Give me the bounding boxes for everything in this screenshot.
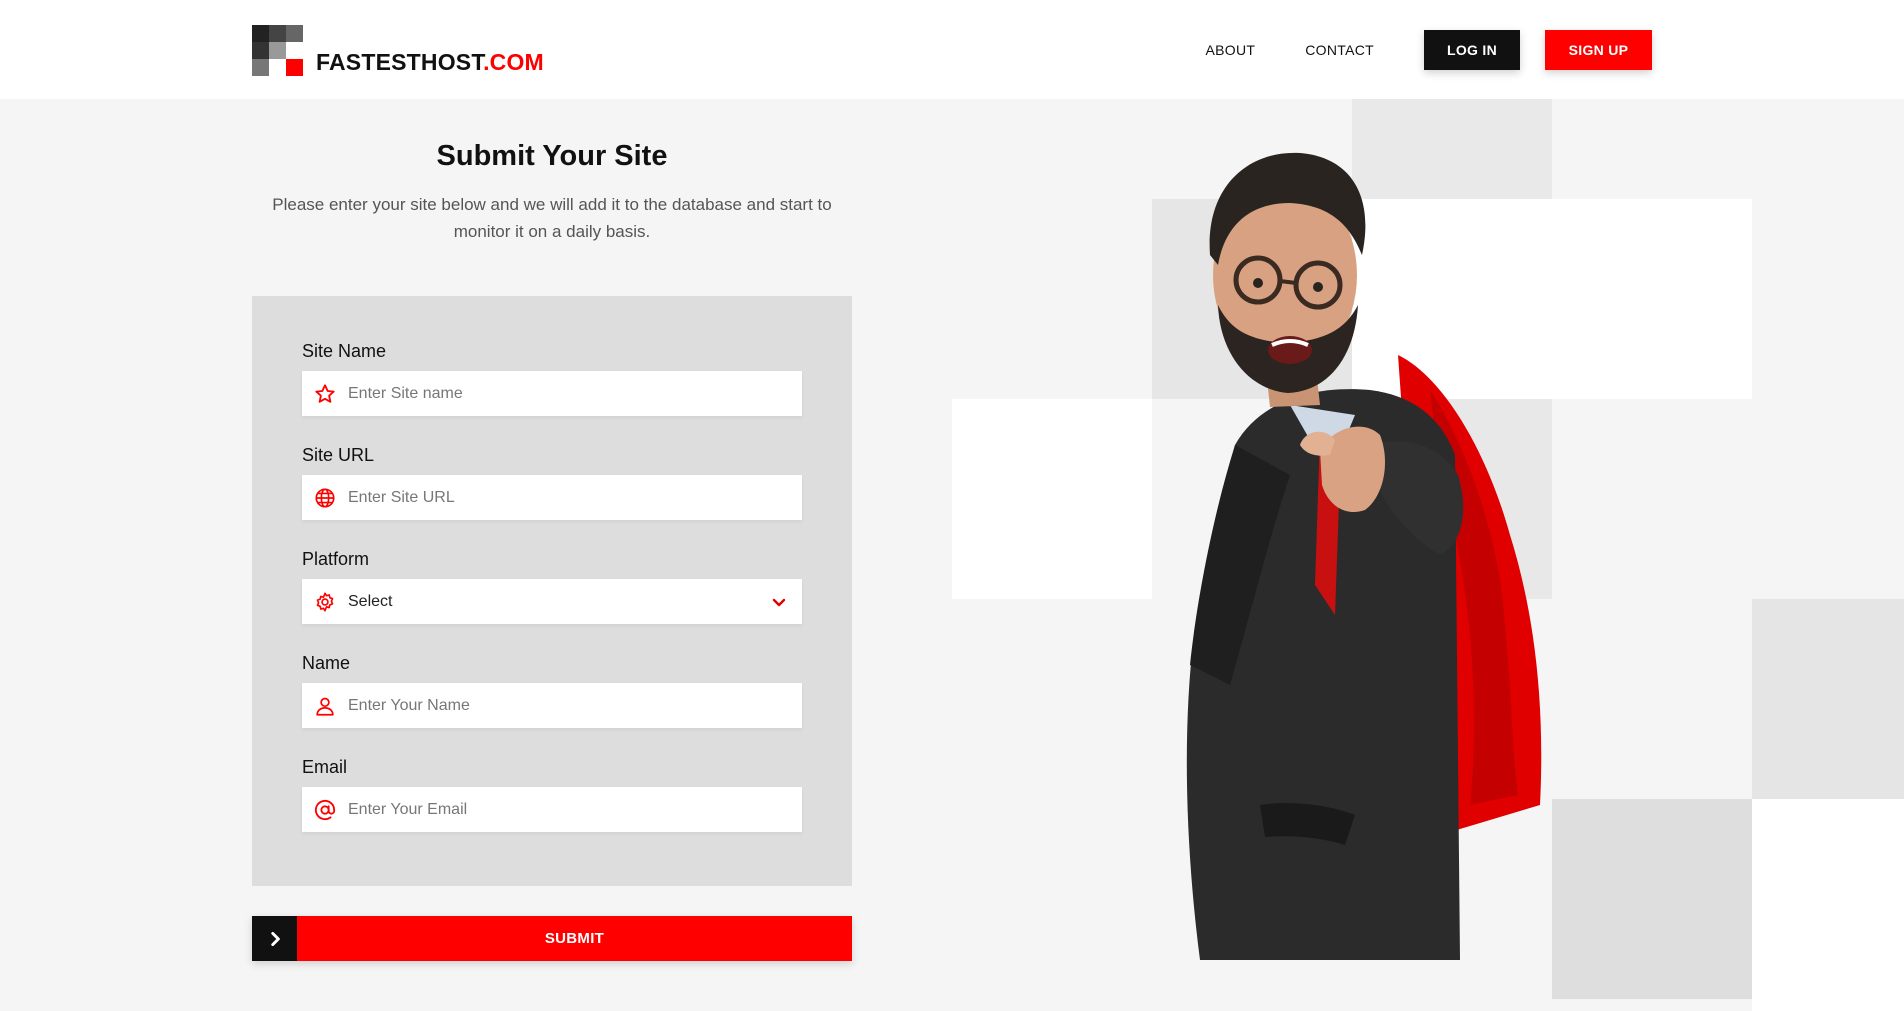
- email-field: Email: [302, 757, 802, 832]
- site-name-input[interactable]: [348, 371, 802, 416]
- hero-person-image: [1186, 152, 1542, 960]
- site-name-input-box[interactable]: [302, 371, 802, 416]
- globe-icon: [302, 475, 348, 520]
- site-url-input[interactable]: [348, 475, 802, 520]
- platform-select[interactable]: Select: [302, 579, 802, 624]
- main-nav: ABOUT CONTACT LOG IN SIGN UP: [1206, 30, 1652, 70]
- nav-link-contact[interactable]: CONTACT: [1305, 42, 1374, 58]
- name-label: Name: [302, 653, 351, 673]
- site-name-label: Site Name: [302, 341, 387, 361]
- site-url-field: Site URL: [302, 445, 802, 520]
- site-name-field: Site Name: [302, 341, 802, 416]
- brand-name-main: FASTESTHOST: [316, 49, 484, 75]
- brand-name: FASTESTHOST.COM: [316, 51, 544, 74]
- nav-link-about[interactable]: ABOUT: [1206, 42, 1256, 58]
- platform-field: Platform Select: [302, 549, 802, 624]
- chevron-right-icon: [252, 916, 297, 961]
- submit-button-label: SUBMIT: [297, 916, 852, 961]
- brand-logo[interactable]: FASTESTHOST.COM: [252, 25, 544, 76]
- name-input[interactable]: [348, 683, 802, 728]
- site-url-input-box[interactable]: [302, 475, 802, 520]
- submit-site-form: Site Name Site URL Platform Select: [252, 296, 852, 886]
- chevron-down-icon[interactable]: [756, 594, 802, 610]
- name-input-box[interactable]: [302, 683, 802, 728]
- email-label: Email: [302, 757, 348, 777]
- star-icon: [302, 371, 348, 416]
- platform-label: Platform: [302, 549, 370, 569]
- page-heading: Submit Your Site Please enter your site …: [252, 140, 852, 245]
- gear-icon: [302, 579, 348, 624]
- name-field: Name: [302, 653, 802, 728]
- page-title: Submit Your Site: [436, 140, 668, 172]
- user-icon: [302, 683, 348, 728]
- signup-button[interactable]: SIGN UP: [1545, 30, 1652, 70]
- site-url-label: Site URL: [302, 445, 375, 465]
- at-sign-icon: [302, 787, 348, 832]
- login-button[interactable]: LOG IN: [1424, 30, 1520, 70]
- page-description: Please enter your site below and we will…: [272, 195, 832, 241]
- submit-button[interactable]: SUBMIT: [252, 916, 852, 961]
- platform-select-value: Select: [348, 592, 393, 610]
- email-input-box[interactable]: [302, 787, 802, 832]
- site-header: FASTESTHOST.COM ABOUT CONTACT LOG IN SIG…: [0, 0, 1904, 99]
- logo-mark-icon: [252, 25, 303, 76]
- brand-name-accent: .COM: [483, 49, 544, 75]
- email-input[interactable]: [348, 787, 802, 832]
